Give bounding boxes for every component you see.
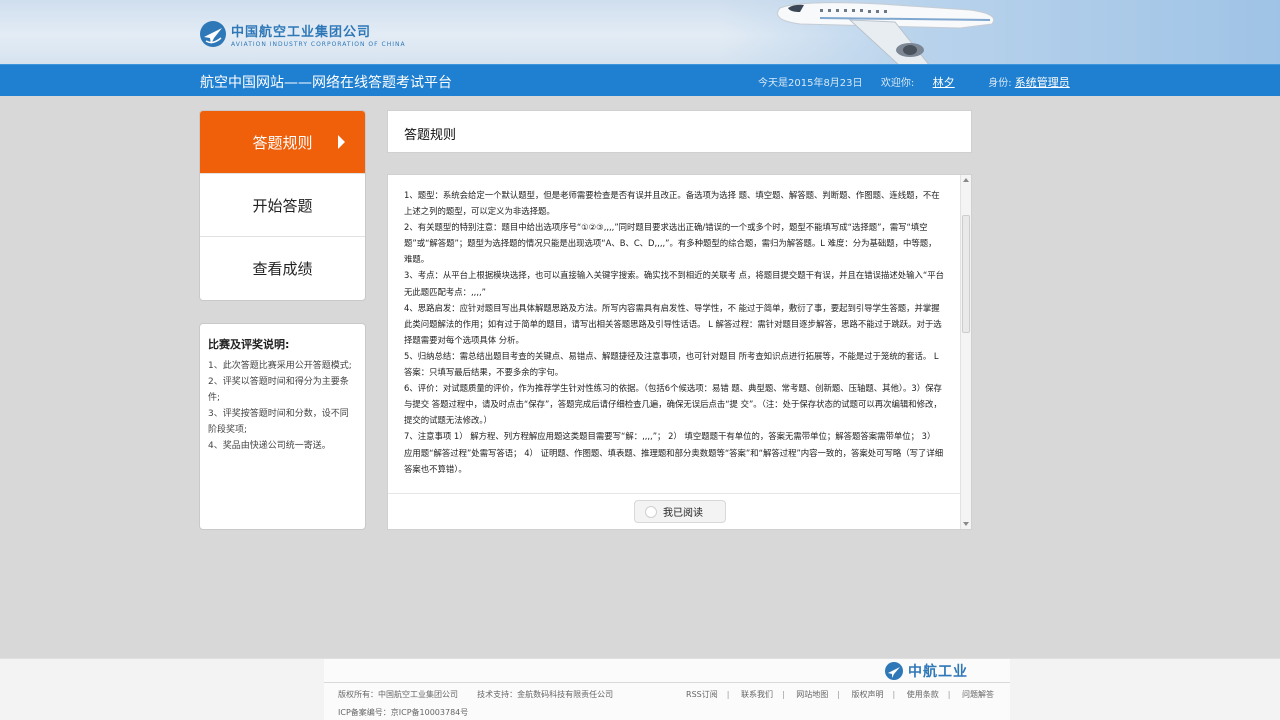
aviation-logo-icon	[200, 21, 226, 47]
prize-item: 4、奖品由快递公司统一寄送。	[208, 441, 331, 451]
user-info: 今天是2015年8月23日 欢迎你: 林夕 身份: 系统管理员	[758, 74, 1070, 90]
logo-name-cn: 中国航空工业集团公司	[231, 24, 372, 40]
chevron-right-icon	[338, 135, 345, 149]
footer-link-faq[interactable]: 问题解答	[962, 690, 994, 699]
menu-item-label: 答题规则	[252, 133, 313, 152]
prize-info-box: 比赛及评奖说明: 1、此次答题比赛采用公开答题模式; 2、评奖以答题时间和得分为…	[199, 323, 366, 530]
scroll-down-icon[interactable]	[963, 522, 969, 526]
copyright-text: 版权所有：中国航空工业集团公司	[338, 690, 458, 699]
company-logo[interactable]: 中国航空工业集团公司 AVIATION INDUSTRY CORPORATION…	[199, 20, 406, 48]
aviation-logo-icon	[885, 662, 903, 680]
radio-icon[interactable]	[645, 505, 657, 518]
rule-paragraph: 2、有关题型的特别注意：题目中给出选项序号“①②③,,,,”同时题目要求选出正确…	[404, 222, 937, 265]
rule-paragraph: 7、注意事项 1） 解方程、列方程解应用题这类题目需要写“解：,,,,”； 2）…	[404, 431, 944, 474]
top-nav-bar: 航空中国网站——网络在线答题考试平台 今天是2015年8月23日 欢迎你: 林夕…	[0, 64, 1280, 96]
menu-item-start-answering[interactable]: 开始答题	[200, 174, 365, 237]
rule-paragraph: 3、考点：从平台上根据模块选择，也可以直接输入关键字搜索。确实找不到相近的关联考…	[404, 270, 944, 297]
prize-item: 1、此次答题比赛采用公开答题模式;	[208, 361, 352, 371]
footer-inner: 中航工业 版权所有：中国航空工业集团公司 技术支持：金航数码科技有限责任公司 I…	[324, 659, 1010, 720]
scroll-thumb[interactable]	[962, 215, 970, 333]
have-read-label: 我已阅读	[663, 508, 703, 519]
footer-logo-text: 中航工业	[908, 664, 968, 680]
rules-panel: 1、题型：系统会给定一个默认题型，但是老师需要检查是否有误并且改正。备选项为选择…	[387, 174, 972, 530]
rules-header: 答题规则	[387, 110, 972, 153]
welcome-label: 欢迎你:	[880, 78, 915, 89]
menu-item-label: 查看成绩	[252, 260, 313, 278]
logo-name-en: AVIATION INDUSTRY CORPORATION OF CHINA	[231, 40, 406, 48]
prize-item: 3、评奖按答题时间和分数，设不同阶段奖项;	[208, 409, 349, 435]
footer-logo: 中航工业	[884, 661, 968, 681]
footer-link-terms[interactable]: 使用条款	[907, 690, 939, 699]
divider	[388, 493, 961, 494]
rules-title: 答题规则	[404, 128, 457, 143]
footer-link-contact[interactable]: 联系我们	[741, 690, 773, 699]
site-title: 航空中国网站——网络在线答题考试平台	[200, 75, 452, 91]
divider	[324, 682, 1010, 683]
prize-title: 比赛及评奖说明:	[208, 338, 290, 351]
airplane-image	[777, 2, 995, 64]
tech-support-text: 技术支持：金航数码科技有限责任公司	[477, 690, 614, 699]
side-menu: 答题规则 开始答题 查看成绩	[199, 110, 366, 301]
date-text: 今天是2015年8月23日	[758, 78, 863, 89]
rule-paragraph: 4、思路启发：应针对题目写出具体解题思路及方法。所写内容需具有启发性、导学性，不…	[404, 302, 942, 345]
menu-item-label: 开始答题	[252, 196, 313, 215]
icp-text: ICP备案编号：京ICP备10003784号	[338, 708, 469, 717]
have-read-button[interactable]: 我已阅读	[634, 500, 726, 523]
footer-link-copyright[interactable]: 版权声明	[852, 690, 884, 699]
footer: 中航工业 版权所有：中国航空工业集团公司 技术支持：金航数码科技有限责任公司 I…	[0, 658, 1280, 720]
rule-paragraph: 5、归纳总结：需总结出题目考查的关键点、易错点、解题捷径及注意事项，也可针对题目…	[404, 350, 939, 378]
rule-paragraph: 1、题型：系统会给定一个默认题型，但是老师需要检查是否有误并且改正。备选项为选择…	[404, 190, 940, 217]
footer-link-sitemap[interactable]: 网站地图	[796, 690, 828, 699]
rule-paragraph: 6、评价：对试题质量的评价，作为推荐学生针对性练习的依据。（包括6个候选项：易错…	[404, 383, 942, 426]
menu-item-rules[interactable]: 答题规则	[200, 111, 365, 174]
rules-scrollbar[interactable]	[960, 175, 971, 529]
header-banner: 中国航空工业集团公司 AVIATION INDUSTRY CORPORATION…	[0, 0, 1280, 64]
prize-item: 2、评奖以答题时间和得分为主要条件;	[208, 377, 349, 403]
footer-link-rss[interactable]: RSS订阅	[686, 690, 718, 699]
role-label: 身份:	[988, 78, 1012, 89]
username-link[interactable]: 林夕	[933, 76, 955, 89]
role-link[interactable]: 系统管理员	[1015, 76, 1070, 89]
footer-links: RSS订阅 | 联系我们 | 网站地图 | 版权声明 | 使用条款 | 问题解答	[686, 690, 994, 699]
rules-text: 1、题型：系统会给定一个默认题型，但是老师需要检查是否有误并且改正。备选项为选择…	[404, 187, 944, 477]
copyright-info: 版权所有：中国航空工业集团公司 技术支持：金航数码科技有限责任公司	[338, 689, 613, 700]
menu-item-view-scores[interactable]: 查看成绩	[200, 237, 365, 300]
scroll-up-icon[interactable]	[963, 178, 969, 182]
